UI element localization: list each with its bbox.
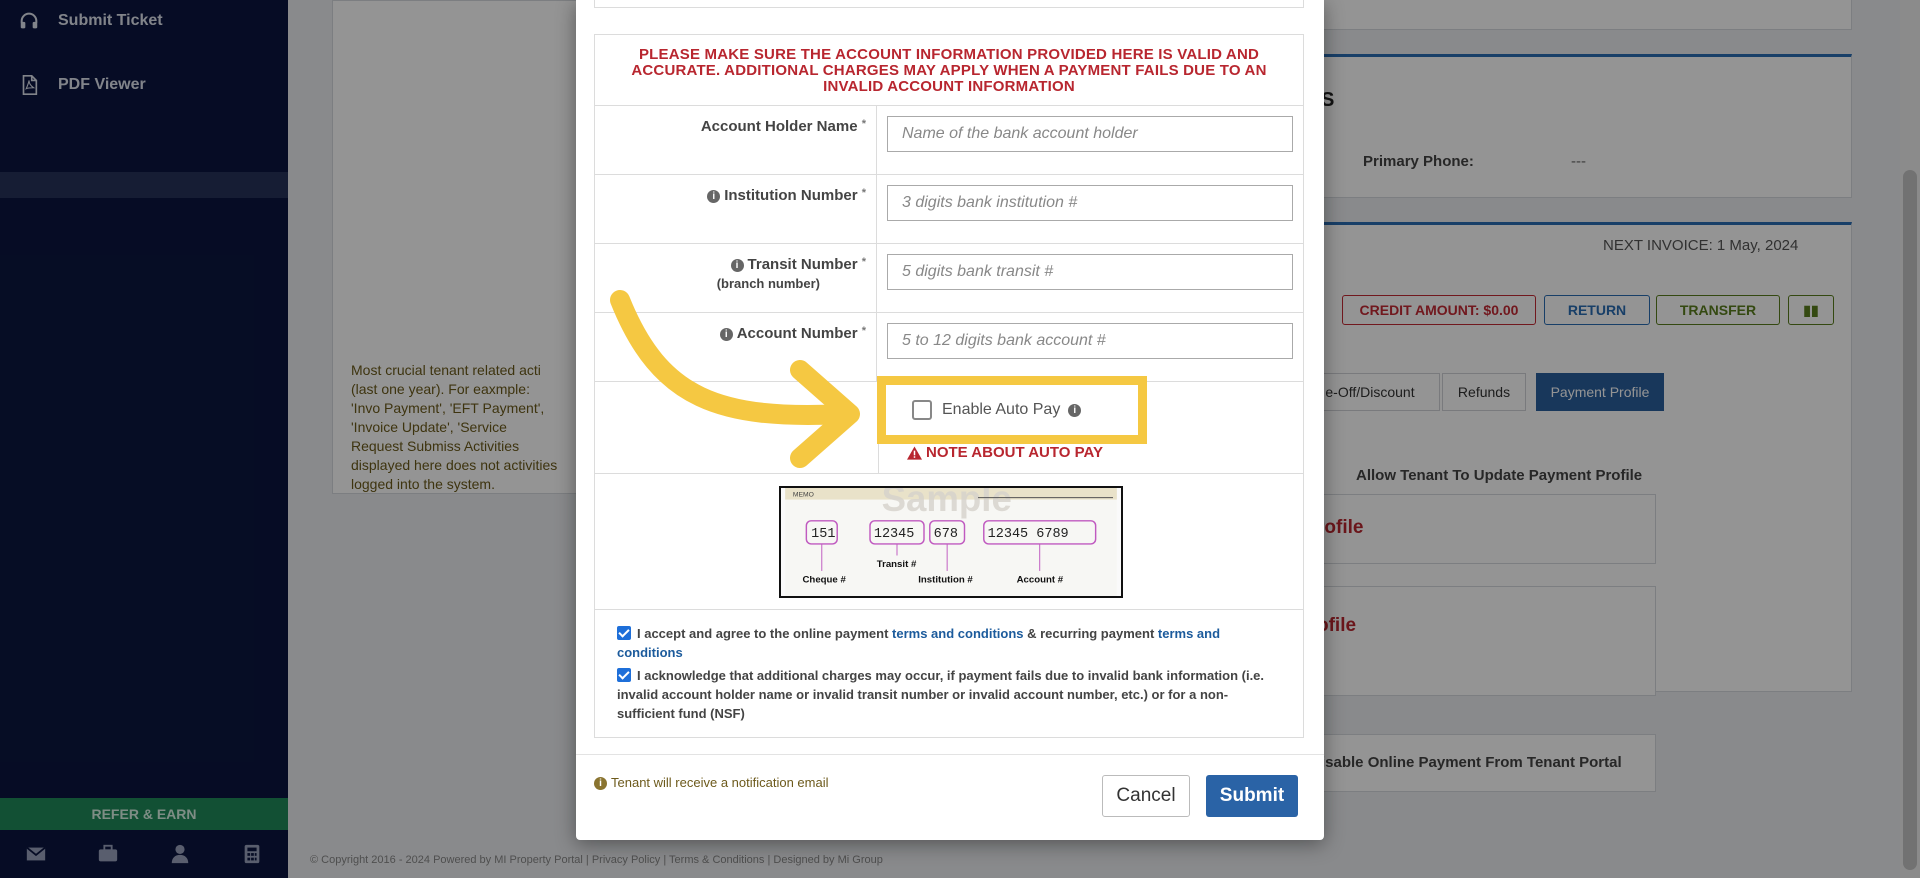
sample-cheque-image: MEMO Sample 151 12345 678 12345 6789 Tra… [779, 486, 1123, 598]
submit-button[interactable]: Submit [1206, 775, 1298, 817]
cheque-memo: MEMO [793, 492, 814, 499]
cheque-institution-label: Institution # [918, 575, 973, 586]
cheque-account-label: Account # [1017, 575, 1064, 586]
autopay-note-link[interactable]: NOTE ABOUT AUTO PAY [907, 444, 1103, 461]
account-digits: 12345 6789 [988, 527, 1069, 542]
cheque-number-digits: 151 [811, 527, 835, 542]
bank-account-modal: PLEASE MAKE SURE THE ACCOUNT INFORMATION… [576, 0, 1324, 840]
accept-text-recurring: & recurring payment [1027, 626, 1155, 641]
accept-text: I accept and agree to the online payment [637, 626, 889, 641]
institution-number-input[interactable] [887, 185, 1293, 221]
warning-icon [907, 445, 922, 460]
info-icon[interactable]: i [730, 259, 744, 272]
acknowledge-text: I acknowledge that additional charges ma… [617, 668, 1265, 721]
required-mark: * [861, 118, 866, 130]
cheque-row: MEMO Sample 151 12345 678 12345 6789 Tra… [595, 474, 1303, 610]
account-number-input[interactable] [887, 323, 1293, 359]
transit-label-cell: i Transit Number * (branch number) [595, 244, 877, 312]
agreements: I accept and agree to the online payment… [595, 610, 1303, 737]
holder-row: Account Holder Name * [595, 106, 1303, 175]
account-row: i Account Number * [595, 313, 1303, 382]
autopay-label-cell [595, 382, 879, 474]
cheque-number-label: Cheque # [803, 575, 847, 586]
autopay-highlight: Enable Auto Pay i [877, 376, 1147, 444]
institution-label-cell: i Institution Number * [595, 175, 877, 243]
account-warning: PLEASE MAKE SURE THE ACCOUNT INFORMATION… [595, 35, 1303, 106]
cheque-watermark: Sample [882, 486, 1012, 519]
required-mark: * [861, 325, 866, 337]
holder-label-cell: Account Holder Name * [595, 106, 877, 174]
transit-digits: 12345 [874, 527, 915, 542]
cheque-transit-label: Transit # [877, 559, 917, 570]
accept-terms-checkbox[interactable] [617, 626, 631, 640]
autopay-row: Enable Auto Pay i NOTE ABOUT AUTO PAY [595, 376, 1303, 474]
notification-text: Tenant will receive a notification email [611, 775, 829, 790]
account-label: Account Number [736, 325, 858, 342]
institution-row: i Institution Number * [595, 175, 1303, 244]
autopay-label[interactable]: Enable Auto Pay [942, 401, 1060, 419]
account-holder-input[interactable] [887, 116, 1293, 152]
modal-footer: i Tenant will receive a notification emai… [576, 754, 1324, 840]
autopay-checkbox[interactable] [912, 400, 932, 420]
required-mark: * [861, 187, 866, 199]
bank-form: PLEASE MAKE SURE THE ACCOUNT INFORMATION… [594, 34, 1304, 738]
acknowledge-line: I acknowledge that additional charges ma… [617, 666, 1281, 723]
info-icon[interactable]: i [719, 328, 733, 341]
holder-label: Account Holder Name [700, 118, 858, 135]
transit-label: Transit Number [747, 256, 858, 273]
account-label-cell: i Account Number * [595, 313, 877, 381]
modal-top-strip [594, 0, 1304, 8]
info-icon[interactable]: i [1068, 403, 1082, 417]
terms-link-online[interactable]: terms and conditions [892, 626, 1023, 641]
institution-label: Institution Number [724, 187, 858, 204]
accept-terms-line: I accept and agree to the online payment… [617, 624, 1281, 662]
info-icon: i [594, 777, 607, 790]
institution-digits: 678 [934, 527, 958, 542]
info-icon[interactable]: i [707, 190, 721, 203]
acknowledge-checkbox[interactable] [617, 668, 631, 682]
transit-sub-label: (branch number) [716, 276, 820, 291]
cancel-button[interactable]: Cancel [1102, 775, 1190, 817]
required-mark: * [861, 256, 866, 268]
transit-number-input[interactable] [887, 254, 1293, 290]
transit-row: i Transit Number * (branch number) [595, 244, 1303, 313]
autopay-note-text: NOTE ABOUT AUTO PAY [926, 444, 1103, 461]
notification-note: i Tenant will receive a notification emai… [594, 775, 829, 790]
